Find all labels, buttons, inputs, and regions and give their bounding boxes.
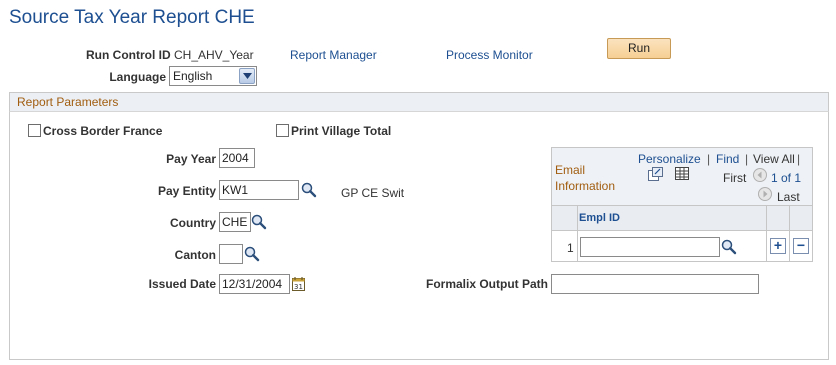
print-village-label: Print Village Total [291,124,392,138]
pay-entity-input[interactable]: KW1 [219,180,299,200]
canton-input[interactable] [219,244,243,264]
delete-row-icon[interactable]: − [793,238,809,254]
process-monitor-link[interactable]: Process Monitor [446,48,533,62]
grid-divider [766,206,767,262]
issued-date-label: Issued Date [148,277,216,291]
pay-entity-description: GP CE Swit [341,186,405,200]
page-title: Source Tax Year Report CHE [9,7,255,28]
lookup-icon[interactable] [244,246,260,262]
add-row-icon[interactable]: + [770,238,786,254]
empl-id-column-header[interactable]: Empl ID [579,212,620,224]
report-manager-link[interactable]: Report Manager [290,48,377,62]
find-link[interactable]: Find [716,152,739,166]
lookup-icon[interactable] [301,182,317,198]
run-control-value: CH_AHV_Year [174,48,254,62]
empl-id-input[interactable] [580,237,720,257]
last-label: Last [777,190,800,204]
prev-arrow-icon[interactable] [753,168,767,182]
country-label: Country [170,216,216,230]
lookup-icon[interactable] [721,239,737,255]
cross-border-label: Cross Border France [43,124,163,138]
email-grid-title-line2: Information [555,179,616,193]
view-all-link[interactable]: View All [753,152,795,166]
formalix-input[interactable] [551,274,759,294]
grid-divider [789,206,790,262]
pay-entity-label: Pay Entity [157,184,216,198]
personalize-link[interactable]: Personalize [638,152,701,166]
issued-date-input[interactable]: 12/31/2004 [219,274,290,294]
grid-download-icon[interactable] [675,167,689,180]
formalix-label: Formalix Output Path [425,277,548,291]
language-label: Language [109,70,166,84]
svg-text:31: 31 [294,283,303,291]
canton-label: Canton [174,248,216,262]
calendar-icon[interactable]: 31 [291,276,307,292]
next-arrow-icon[interactable] [758,187,772,201]
separator: | [797,152,801,166]
grid-divider [577,206,578,262]
chevron-down-icon[interactable] [239,68,255,84]
language-value: English [173,69,213,83]
separator: | [745,152,749,166]
separator: | [707,152,711,166]
language-select[interactable]: English [169,66,257,86]
row-range: 1 of 1 [771,171,802,185]
row-number: 1 [567,241,574,255]
cross-border-checkbox[interactable] [28,124,41,137]
run-button[interactable]: Run [607,38,671,59]
country-input[interactable]: CHE [219,212,251,232]
section-title: Report Parameters [17,95,119,109]
new-window-icon[interactable] [648,167,663,181]
report-parameters-header: Report Parameters [9,92,829,112]
email-grid-title-line1: Email [555,163,586,177]
pay-year-input[interactable]: 2004 [219,148,255,168]
print-village-checkbox[interactable] [276,124,289,137]
lookup-icon[interactable] [251,214,267,230]
pay-year-label: Pay Year [166,152,216,166]
first-label: First [723,171,747,185]
run-control-label: Run Control ID [86,48,171,62]
